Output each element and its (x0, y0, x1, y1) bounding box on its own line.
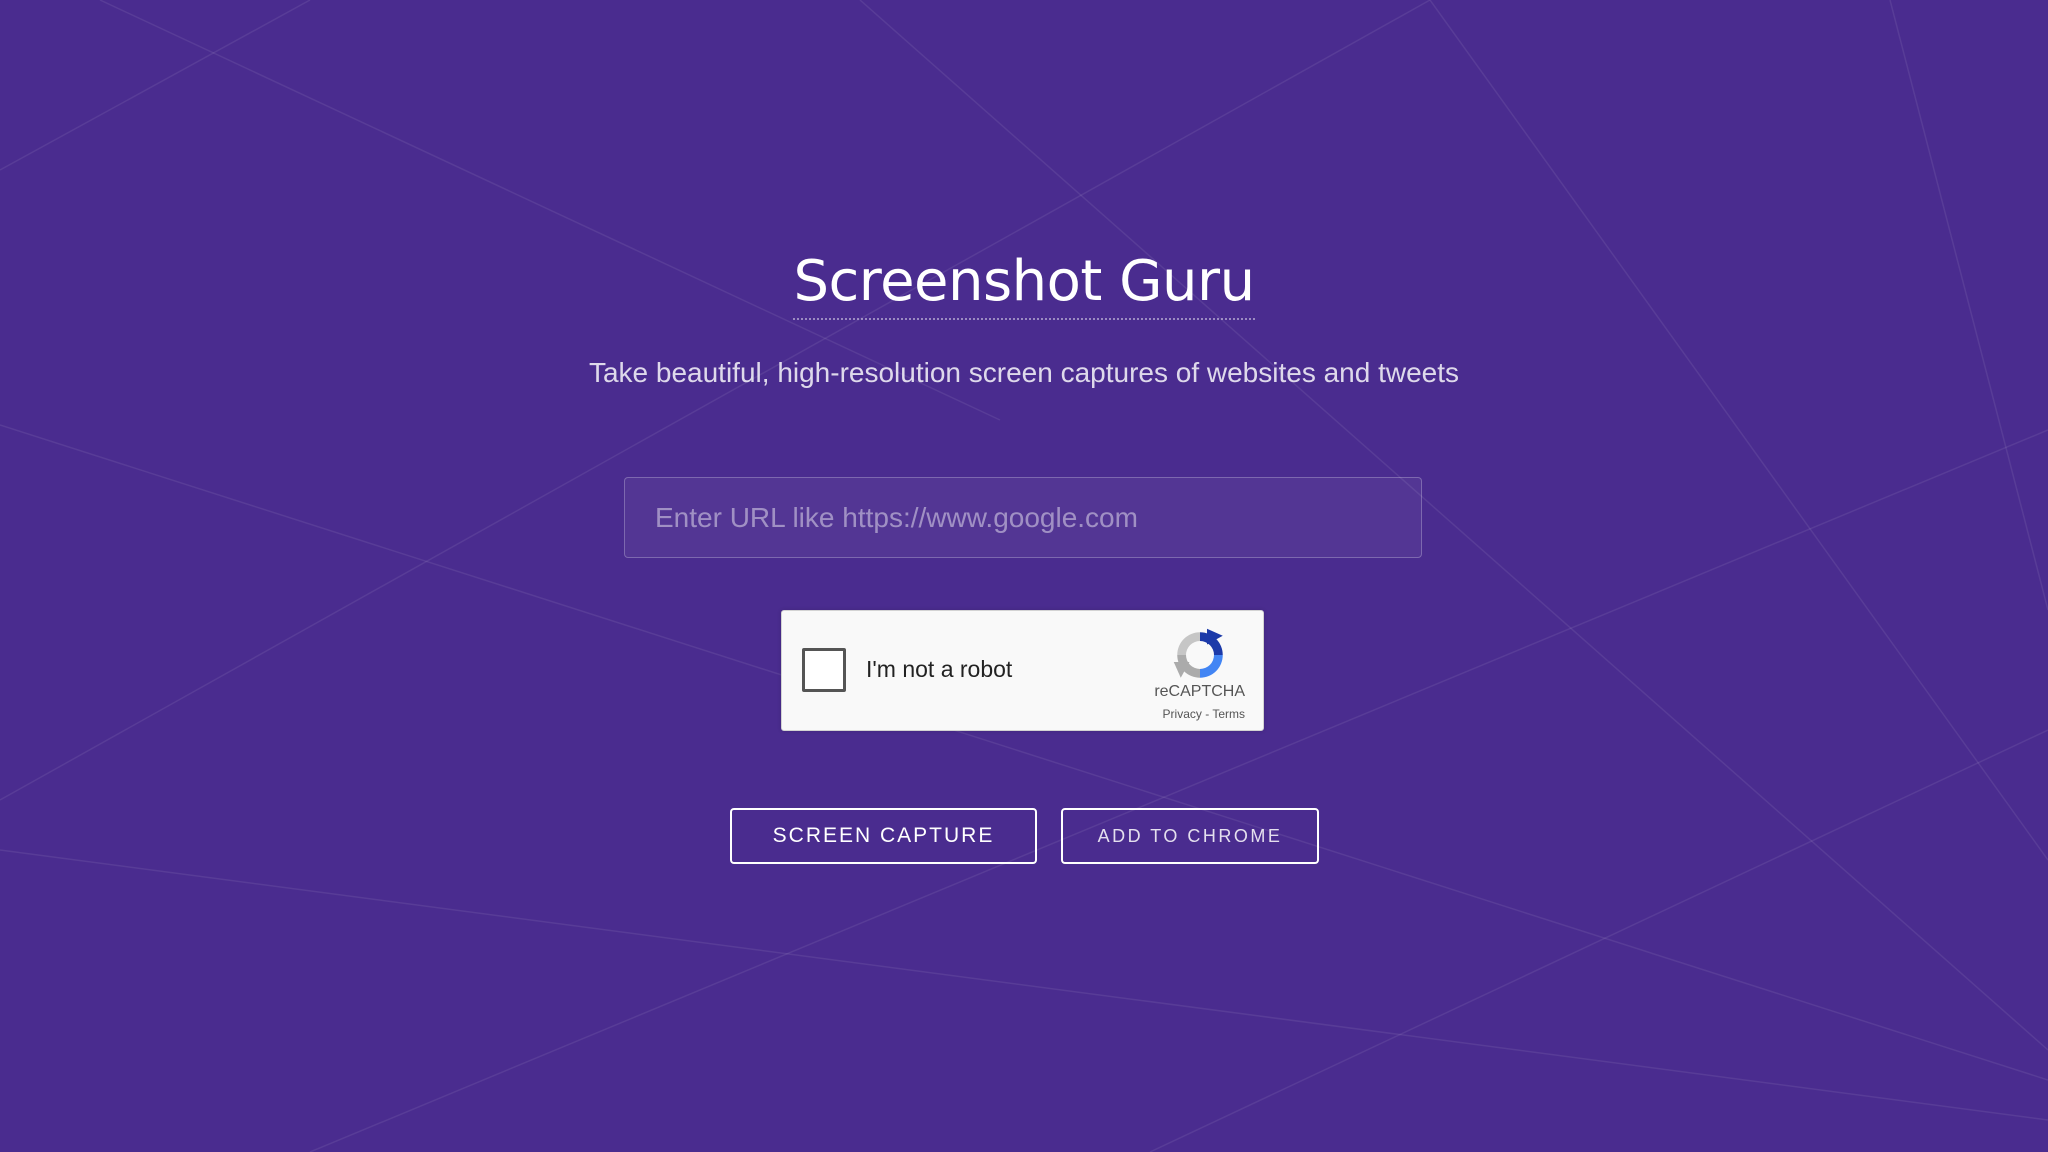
recaptcha-links-separator: - (1201, 707, 1213, 721)
page-subtitle: Take beautiful, high-resolution screen c… (588, 357, 1460, 388)
recaptcha-links: Privacy - Terms (1163, 707, 1245, 721)
recaptcha-checkbox[interactable] (802, 648, 846, 692)
url-input[interactable] (624, 477, 1422, 558)
add-to-chrome-button[interactable]: ADD TO CHROME (1061, 808, 1319, 864)
screen-capture-button[interactable]: SCREEN CAPTURE (730, 808, 1037, 864)
recaptcha-label: I'm not a robot (866, 656, 1013, 682)
background-lines (0, 0, 2048, 1152)
recaptcha-terms-link[interactable]: Terms (1212, 707, 1245, 721)
recaptcha-icon (1173, 628, 1223, 678)
recaptcha-widget: I'm not a robot reCAPTCHA Privacy - Term… (781, 610, 1264, 731)
page-title-text: Screenshot Guru (793, 250, 1255, 321)
recaptcha-brand: reCAPTCHA (1154, 683, 1245, 700)
recaptcha-privacy-link[interactable]: Privacy (1163, 707, 1202, 721)
page-title: Screenshot Guru (0, 250, 2048, 321)
